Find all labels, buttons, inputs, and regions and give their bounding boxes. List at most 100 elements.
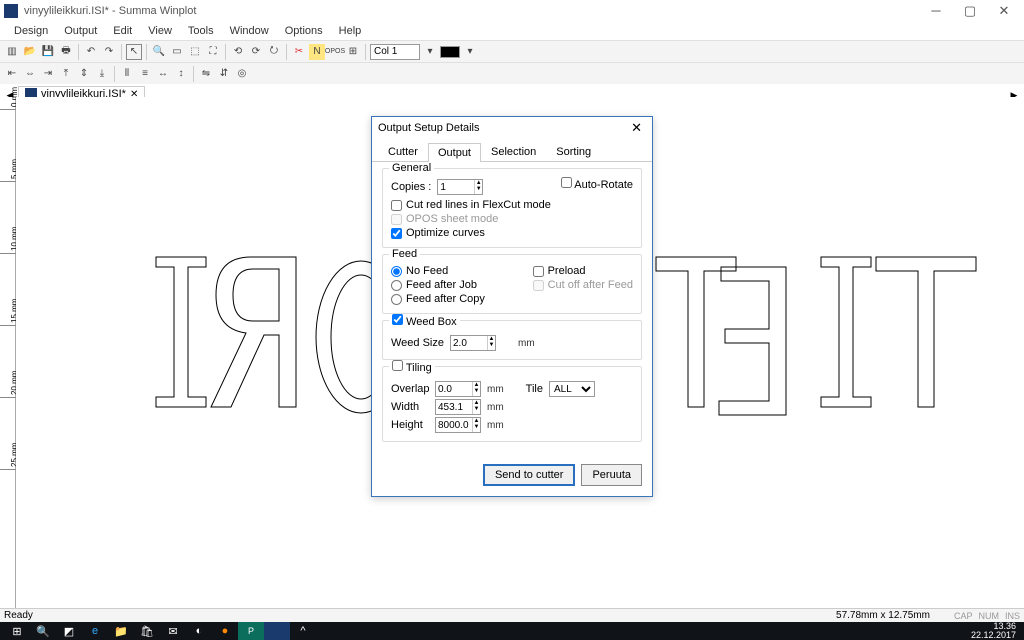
winplot-icon[interactable]	[264, 622, 290, 640]
toolbar-2: ⇤ ⇔ ⇥ ⤒ ⇕ ⤓ ⫴ ≡ ↔ ↕ ⇋ ⇵ ◎	[0, 62, 1024, 84]
rotate-ccw-icon[interactable]: ⟲	[230, 44, 246, 60]
color-input[interactable]	[370, 44, 420, 60]
align-middle-icon[interactable]: ⇕	[76, 66, 92, 82]
copies-input[interactable]: ▲▼	[437, 179, 483, 195]
titlebar: vinyylileikkuri.ISI* - Summa Winplot ─ ▢…	[0, 0, 1024, 22]
print-icon[interactable]: 🖶	[58, 44, 74, 60]
send-to-cutter-button[interactable]: Send to cutter	[483, 464, 576, 486]
radio-feed-after-copy[interactable]: Feed after Copy	[391, 293, 485, 305]
tile-select[interactable]: ALL	[549, 381, 595, 397]
cancel-button[interactable]: Peruuta	[581, 464, 642, 486]
dialog-titlebar[interactable]: Output Setup Details ✕	[372, 117, 652, 139]
legend-tiling: Tiling	[389, 360, 435, 374]
menu-window[interactable]: Window	[224, 24, 275, 38]
search-icon[interactable]: 🔍	[30, 622, 56, 640]
distribute-h-icon[interactable]: ⫴	[119, 66, 135, 82]
start-icon[interactable]: ⊞	[4, 622, 30, 640]
explorer-icon[interactable]: 📁	[108, 622, 134, 640]
menu-view[interactable]: View	[142, 24, 178, 38]
tab-selection[interactable]: Selection	[481, 142, 546, 161]
publisher-icon[interactable]: P	[238, 622, 264, 640]
color-swatch[interactable]	[440, 46, 460, 58]
firefox-icon[interactable]: ●	[212, 622, 238, 640]
opos-icon[interactable]: OPOS	[327, 44, 343, 60]
weed-size-label: Weed Size	[391, 337, 444, 349]
dropdown-icon[interactable]: ▾	[422, 44, 438, 60]
plot-nav-icon[interactable]: N	[309, 44, 325, 60]
app-icon	[4, 4, 18, 18]
status-cap: CAP	[954, 611, 973, 621]
swatch-dropdown-icon[interactable]: ▾	[462, 44, 478, 60]
overlap-input[interactable]: ▲▼	[435, 381, 481, 397]
height-input[interactable]: ▲▼	[435, 417, 481, 433]
width-input[interactable]: ▲▼	[435, 399, 481, 415]
save-icon[interactable]: 💾	[40, 44, 56, 60]
auto-rotate-checkbox[interactable]: Auto-Rotate	[561, 177, 633, 197]
menu-help[interactable]: Help	[333, 24, 368, 38]
ruler-vertical: 0 mm 5 mm 10 mm 15 mm 20 mm 25 mm	[0, 97, 16, 610]
menu-tools[interactable]: Tools	[182, 24, 220, 38]
space-v-icon[interactable]: ↕	[173, 66, 189, 82]
width-label: Width	[391, 401, 429, 413]
align-top-icon[interactable]: ⤒	[58, 66, 74, 82]
optimize-checkbox[interactable]: Optimize curves	[391, 227, 485, 239]
tab-cutter[interactable]: Cutter	[378, 142, 428, 161]
rotate-cw-icon[interactable]: ⟳	[248, 44, 264, 60]
flip-h-icon[interactable]: ⇋	[198, 66, 214, 82]
distribute-v-icon[interactable]: ≡	[137, 66, 153, 82]
cut-red-checkbox[interactable]: Cut red lines in FlexCut mode	[391, 199, 551, 211]
edge-icon[interactable]: e	[82, 622, 108, 640]
space-h-icon[interactable]: ↔	[155, 66, 171, 82]
undo-icon[interactable]: ↶	[83, 44, 99, 60]
radio-no-feed[interactable]: No Feed	[391, 265, 448, 277]
minimize-button[interactable]: ─	[926, 3, 946, 19]
radio-feed-after-job[interactable]: Feed after Job	[391, 279, 477, 291]
cutter-icon[interactable]: ✂	[291, 44, 307, 60]
align-left-icon[interactable]: ⇤	[4, 66, 20, 82]
statusbar: Ready 57.78mm x 12.75mm CAP NUM INS	[0, 608, 1024, 622]
open-icon[interactable]: 📂	[22, 44, 38, 60]
menu-output[interactable]: Output	[58, 24, 103, 38]
toolbar-1: ▥ 📂 💾 🖶 ↶ ↷ ↖ 🔍 ▭ ⬚ ⛶ ⟲ ⟳ ⭮ ✂ N OPOS ⊞ ▾…	[0, 40, 1024, 62]
tile-label: Tile	[526, 383, 543, 395]
pointer-icon[interactable]: ↖	[126, 44, 142, 60]
dialog-close-icon[interactable]: ✕	[627, 120, 646, 136]
group-feed: Feed No Feed Feed after Job Feed after C…	[382, 254, 642, 314]
tab-sorting[interactable]: Sorting	[546, 142, 601, 161]
flip-v-icon[interactable]: ⇵	[216, 66, 232, 82]
legend-general: General	[389, 162, 434, 174]
store-icon[interactable]: 🛍	[134, 622, 160, 640]
weed-unit: mm	[518, 338, 535, 349]
close-button[interactable]: ✕	[994, 3, 1014, 19]
preload-checkbox[interactable]: Preload	[533, 265, 586, 277]
rect-icon[interactable]: ▭	[169, 44, 185, 60]
new-icon[interactable]: ▥	[4, 44, 20, 60]
cutoff-checkbox: Cut off after Feed	[533, 279, 633, 291]
weed-size-input[interactable]: ▲▼	[450, 335, 496, 351]
group-tiling: Tiling Overlap ▲▼ mm Tile ALL Width ▲▼ m…	[382, 366, 642, 442]
menu-design[interactable]: Design	[8, 24, 54, 38]
menu-edit[interactable]: Edit	[107, 24, 138, 38]
fit-icon[interactable]: ⛶	[205, 44, 221, 60]
tab-output[interactable]: Output	[428, 143, 481, 162]
group-weed: Weed Box Weed Size ▲▼ mm	[382, 320, 642, 360]
clock[interactable]: 13.36 22.12.2017	[971, 622, 1020, 640]
align-bottom-icon[interactable]: ⤓	[94, 66, 110, 82]
menubar: Design Output Edit View Tools Window Opt…	[0, 22, 1024, 40]
chrome-icon[interactable]: ◐	[186, 622, 212, 640]
up-icon[interactable]: ^	[290, 622, 316, 640]
marquee-icon[interactable]: ⬚	[187, 44, 203, 60]
taskbar: ⊞ 🔍 ◩ e 📁 🛍 ✉ ◐ ● P ^ 13.36 22.12.2017	[0, 622, 1024, 640]
zoom-icon[interactable]: 🔍	[151, 44, 167, 60]
mail-icon[interactable]: ✉	[160, 622, 186, 640]
redo-icon[interactable]: ↷	[101, 44, 117, 60]
align-right-icon[interactable]: ⇥	[40, 66, 56, 82]
copies-label: Copies :	[391, 181, 431, 193]
center-icon[interactable]: ◎	[234, 66, 250, 82]
menu-options[interactable]: Options	[279, 24, 329, 38]
refresh-icon[interactable]: ⭮	[266, 44, 282, 60]
maximize-button[interactable]: ▢	[960, 3, 980, 19]
taskview-icon[interactable]: ◩	[56, 622, 82, 640]
grid-icon[interactable]: ⊞	[345, 44, 361, 60]
align-center-h-icon[interactable]: ⇔	[22, 66, 38, 82]
